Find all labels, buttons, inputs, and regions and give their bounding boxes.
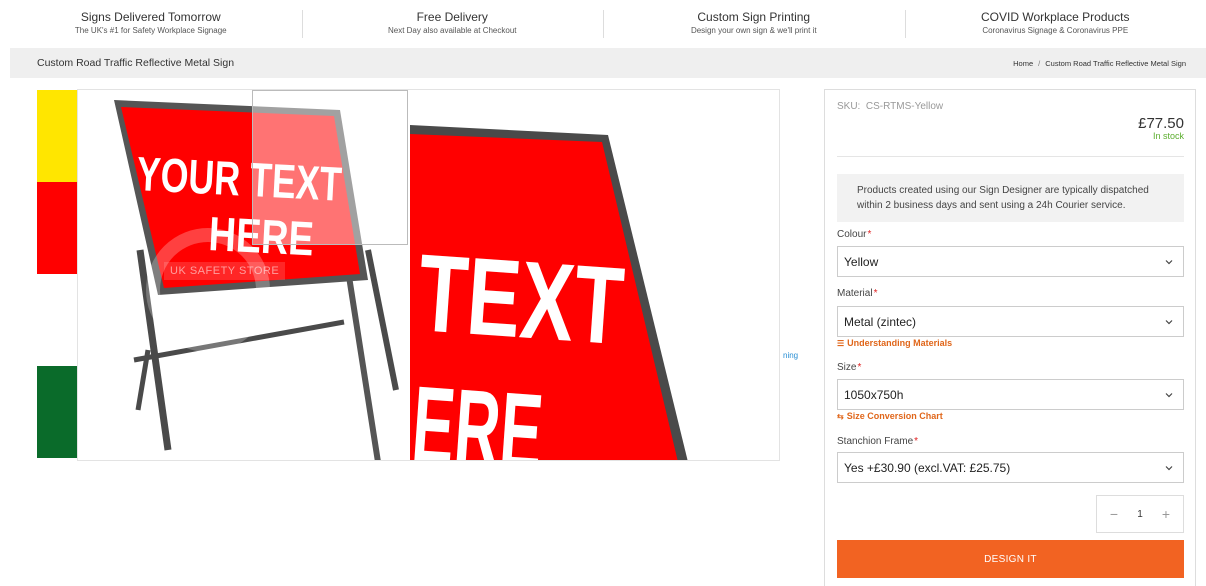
usp-custom-printing: Custom Sign Printing Design your own sig… bbox=[603, 0, 905, 48]
divider bbox=[837, 156, 1184, 157]
usp-subtitle: Coronavirus Signage & Coronavirus PPE bbox=[982, 26, 1129, 35]
frame-label-text: Stanchion Frame bbox=[837, 436, 914, 447]
thumbnail-white[interactable] bbox=[37, 274, 77, 366]
material-label: Material* bbox=[837, 288, 877, 299]
usp-title: Free Delivery bbox=[416, 10, 488, 24]
product-options-panel: SKU: CS-RTMS-Yellow £77.50 In stock Prod… bbox=[824, 89, 1196, 586]
usp-title: Custom Sign Printing bbox=[697, 10, 811, 24]
usp-title: COVID Workplace Products bbox=[981, 10, 1130, 24]
thumbnail-yellow[interactable] bbox=[37, 90, 77, 182]
sku-label: SKU: bbox=[837, 101, 861, 112]
thumbnail-red[interactable] bbox=[37, 182, 77, 274]
sku-value: CS-RTMS-Yellow bbox=[865, 101, 944, 112]
understanding-materials-link[interactable]: ☰ Understanding Materials bbox=[837, 338, 952, 348]
material-label-text: Material bbox=[837, 288, 873, 299]
usp-bar: Signs Delivered Tomorrow The UK's #1 for… bbox=[0, 0, 1206, 48]
usp-free-delivery: Free Delivery Next Day also available at… bbox=[301, 0, 604, 48]
layers-icon: ☰ bbox=[837, 339, 845, 348]
chevron-down-icon bbox=[1165, 320, 1173, 325]
quantity-decrease-button[interactable]: − bbox=[1107, 506, 1121, 522]
size-select[interactable]: 1050x750h bbox=[837, 379, 1184, 410]
quantity-value[interactable]: 1 bbox=[1137, 509, 1143, 520]
zoom-text-line1: TEXT bbox=[414, 231, 627, 368]
quantity-stepper: − 1 + bbox=[1096, 495, 1184, 533]
stock-status: In stock bbox=[1152, 131, 1184, 141]
usp-subtitle: Design your own sign & we'll print it bbox=[690, 26, 817, 35]
chevron-down-icon bbox=[1165, 260, 1173, 265]
page-title: Custom Road Traffic Reflective Metal Sig… bbox=[37, 57, 235, 69]
colour-label-text: Colour bbox=[837, 229, 867, 240]
sku: SKU: CS-RTMS-Yellow bbox=[837, 101, 943, 112]
breadcrumb: Home / Custom Road Traffic Reflective Meta… bbox=[1013, 59, 1186, 68]
size-label: Size* bbox=[837, 362, 861, 373]
required-mark: * bbox=[914, 436, 919, 447]
usp-subtitle: The UK's #1 for Safety Workplace Signage bbox=[74, 26, 227, 35]
required-mark: * bbox=[857, 362, 862, 373]
breadcrumb-home-link[interactable]: Home bbox=[1013, 59, 1033, 68]
zoom-text-line2: ERE bbox=[408, 363, 546, 461]
thumbnail-strip bbox=[37, 90, 77, 461]
partial-link[interactable]: ning bbox=[783, 351, 798, 360]
breadcrumb-separator: / bbox=[1038, 58, 1041, 68]
dispatch-notice: Products created using our Sign Designer… bbox=[837, 174, 1184, 222]
frame-label: Stanchion Frame* bbox=[837, 436, 918, 447]
price: £77.50 bbox=[1138, 115, 1184, 132]
usp-title: Signs Delivered Tomorrow bbox=[80, 10, 221, 24]
breadcrumb-bar: Custom Road Traffic Reflective Metal Sig… bbox=[10, 48, 1206, 78]
thumbnail-green[interactable] bbox=[37, 366, 77, 458]
breadcrumb-current: Custom Road Traffic Reflective Metal Sig… bbox=[1045, 58, 1186, 68]
design-it-button[interactable]: DESIGN IT bbox=[837, 540, 1184, 578]
material-select-value: Metal (zintec) bbox=[844, 315, 917, 329]
required-mark: * bbox=[873, 288, 878, 299]
quantity-increase-button[interactable]: + bbox=[1159, 506, 1173, 522]
material-select[interactable]: Metal (zintec) bbox=[837, 306, 1184, 337]
frame-select-value: Yes +£30.90 (excl.VAT: £25.75) bbox=[844, 461, 1011, 475]
required-mark: * bbox=[867, 229, 872, 240]
zoom-lens[interactable] bbox=[252, 90, 408, 245]
colour-select-value: Yellow bbox=[844, 255, 879, 269]
understanding-materials-text: Understanding Materials bbox=[847, 338, 953, 348]
watermark: UK SAFETY STORE bbox=[164, 262, 286, 280]
size-conversion-link[interactable]: ⇆ Size Conversion Chart bbox=[837, 411, 943, 421]
size-conversion-text: Size Conversion Chart bbox=[846, 411, 943, 421]
size-label-text: Size bbox=[837, 362, 857, 373]
chevron-down-icon bbox=[1165, 393, 1173, 398]
swap-arrows-icon: ⇆ bbox=[837, 412, 844, 421]
size-select-value: 1050x750h bbox=[844, 388, 904, 402]
usp-covid: COVID Workplace Products Coronavirus Sig… bbox=[904, 0, 1206, 48]
usp-subtitle: Next Day also available at Checkout bbox=[387, 26, 517, 35]
colour-label: Colour* bbox=[837, 229, 871, 240]
product-image[interactable]: YOUR TEXT HERE TEXT ERE UK SAFETY STORE bbox=[77, 89, 780, 461]
colour-select[interactable]: Yellow bbox=[837, 246, 1184, 277]
usp-next-day: Signs Delivered Tomorrow The UK's #1 for… bbox=[0, 0, 302, 48]
chevron-down-icon bbox=[1165, 466, 1173, 471]
frame-select[interactable]: Yes +£30.90 (excl.VAT: £25.75) bbox=[837, 452, 1184, 483]
